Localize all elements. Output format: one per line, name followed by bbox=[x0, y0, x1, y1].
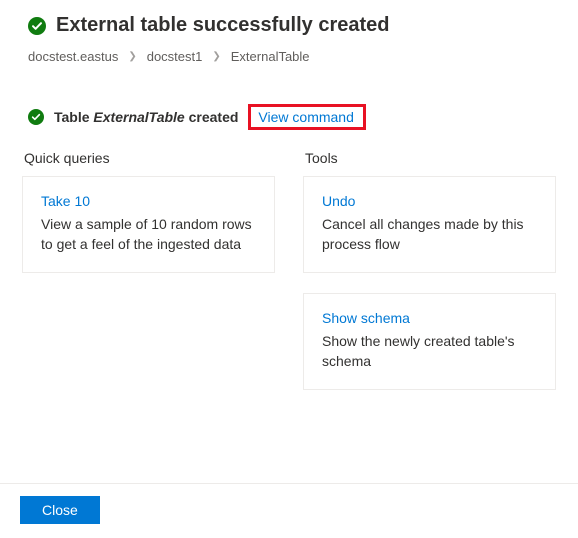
card-description: Show the newly created table's schema bbox=[322, 332, 539, 371]
card-take-10[interactable]: Take 10 View a sample of 10 random rows … bbox=[22, 176, 275, 273]
card-title: Undo bbox=[322, 193, 539, 209]
tools-column: Tools Undo Cancel all changes made by th… bbox=[303, 150, 556, 410]
dialog-footer: Close bbox=[0, 483, 578, 538]
card-show-schema[interactable]: Show schema Show the newly created table… bbox=[303, 293, 556, 390]
view-command-link[interactable]: View command bbox=[250, 103, 361, 131]
success-check-icon bbox=[28, 17, 46, 35]
breadcrumb-item[interactable]: docstest.eastus bbox=[28, 49, 118, 64]
dialog-header: External table successfully created bbox=[0, 0, 578, 45]
success-check-icon bbox=[28, 109, 44, 125]
card-undo[interactable]: Undo Cancel all changes made by this pro… bbox=[303, 176, 556, 273]
card-description: View a sample of 10 random rows to get a… bbox=[41, 215, 258, 254]
card-description: Cancel all changes made by this process … bbox=[322, 215, 539, 254]
close-button[interactable]: Close bbox=[20, 496, 100, 524]
section-title-tools: Tools bbox=[303, 150, 556, 176]
card-title: Show schema bbox=[322, 310, 539, 326]
quick-queries-column: Quick queries Take 10 View a sample of 1… bbox=[22, 150, 275, 410]
breadcrumb-item[interactable]: ExternalTable bbox=[231, 49, 310, 64]
chevron-right-icon: ❯ bbox=[128, 51, 136, 62]
breadcrumb-item[interactable]: docstest1 bbox=[147, 49, 203, 64]
section-title-quick-queries: Quick queries bbox=[22, 150, 275, 176]
breadcrumb: docstest.eastus ❯ docstest1 ❯ ExternalTa… bbox=[0, 45, 578, 82]
page-title: External table successfully created bbox=[56, 14, 390, 37]
content-columns: Quick queries Take 10 View a sample of 1… bbox=[0, 150, 578, 410]
status-message: Table ExternalTable created bbox=[54, 109, 238, 125]
highlight-callout: View command bbox=[248, 104, 365, 130]
chevron-right-icon: ❯ bbox=[212, 51, 220, 62]
status-message-row: Table ExternalTable created View command bbox=[0, 82, 578, 150]
card-title: Take 10 bbox=[41, 193, 258, 209]
